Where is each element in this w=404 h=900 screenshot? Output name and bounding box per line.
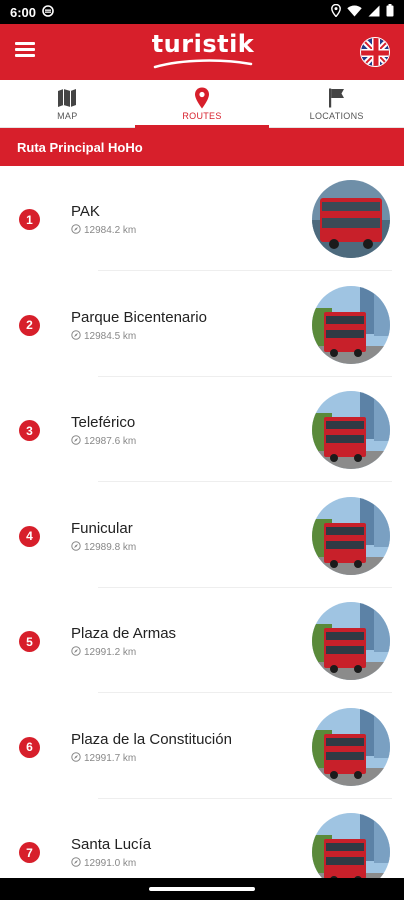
compass-icon — [71, 435, 81, 448]
system-nav-bar — [0, 878, 404, 900]
home-gesture-handle[interactable] — [149, 887, 255, 891]
stop-distance: 12989.8 km — [71, 540, 137, 554]
stop-number-badge: 3 — [19, 420, 40, 441]
list-item[interactable]: 2 Parque Bicentenario 12984.5 km — [0, 272, 404, 377]
battery-icon — [386, 4, 394, 20]
map-icon — [56, 87, 78, 109]
turistik-logo: turistik — [145, 30, 261, 74]
stop-name: Parque Bicentenario — [71, 308, 207, 326]
menu-icon[interactable] — [15, 42, 35, 58]
stop-thumbnail[interactable] — [312, 285, 390, 364]
stop-thumbnail[interactable] — [312, 391, 390, 469]
stop-thumbnail[interactable] — [312, 496, 390, 575]
stop-number-badge: 2 — [19, 314, 40, 336]
stop-distance: 12984.5 km — [71, 329, 137, 343]
compass-icon — [71, 329, 81, 343]
app-bar: turistik — [0, 24, 404, 80]
compass-icon — [71, 540, 81, 554]
status-time: 6:00 — [10, 4, 37, 20]
status-bar: 6:00 — [0, 0, 404, 24]
tab-bar: MAP ROUTES LOCATIONS — [0, 80, 404, 128]
tab-map[interactable]: MAP — [0, 80, 135, 127]
stop-name: Plaza de la Constitución — [71, 730, 232, 748]
stop-number-badge: 1 — [19, 209, 40, 230]
stop-thumbnail[interactable] — [312, 602, 390, 680]
stop-number-badge: 6 — [19, 736, 40, 758]
stop-thumbnail[interactable] — [312, 813, 390, 878]
stop-distance-value: 12987.6 km — [84, 436, 137, 447]
compass-icon — [71, 224, 81, 237]
wifi-icon — [347, 5, 362, 20]
signal-icon — [368, 5, 380, 20]
compass-icon — [71, 751, 81, 765]
stops-list[interactable]: 1 PAK 12984.2 km 2 Parque Bicentenario 12984.… — [0, 166, 404, 878]
route-header: Ruta Principal HoHo — [0, 128, 404, 166]
stop-distance-value: 12991.0 km — [84, 858, 137, 869]
location-pin-icon — [191, 87, 213, 109]
compass-icon — [71, 857, 81, 870]
list-item[interactable]: 6 Plaza de la Constitución 12991.7 km — [0, 694, 404, 799]
stop-distance: 12991.2 km — [71, 646, 136, 659]
stop-distance: 12991.7 km — [71, 751, 137, 765]
list-item[interactable]: 1 PAK 12984.2 km — [0, 166, 404, 271]
gps-icon — [331, 3, 341, 20]
stop-name: PAK — [71, 203, 100, 220]
stop-distance-value: 12984.5 km — [84, 330, 137, 342]
stop-distance: 12984.2 km — [71, 224, 136, 237]
tab-locations-label: LOCATIONS — [309, 110, 364, 121]
tab-locations[interactable]: LOCATIONS — [269, 80, 404, 127]
logo-text: turistik — [151, 30, 255, 58]
sync-icon — [42, 4, 54, 20]
tab-routes[interactable]: ROUTES — [134, 80, 270, 128]
stop-thumbnail[interactable] — [312, 707, 390, 786]
stop-number-badge: 7 — [19, 842, 40, 863]
stop-number-badge: 5 — [19, 631, 40, 652]
stop-name: Santa Lucía — [71, 836, 152, 853]
list-item[interactable]: 5 Plaza de Armas 12991.2 km — [0, 588, 404, 693]
tab-map-label: MAP — [57, 110, 78, 121]
uk-flag-icon[interactable] — [360, 37, 390, 67]
list-item[interactable]: 3 Teleférico 12987.6 km — [0, 377, 404, 482]
list-item[interactable]: 4 Funicular 12989.8 km — [0, 483, 404, 588]
stop-thumbnail[interactable] — [312, 180, 390, 258]
list-item[interactable]: 7 Santa Lucía 12991.0 km — [0, 799, 404, 878]
stop-name: Teleférico — [71, 414, 136, 431]
route-title: Ruta Principal HoHo — [17, 139, 143, 155]
stop-name: Funicular — [71, 519, 133, 537]
flag-icon — [326, 87, 348, 109]
stop-distance-value: 12984.2 km — [84, 225, 137, 236]
stop-distance-value: 12991.7 km — [84, 752, 137, 764]
stop-distance: 12991.0 km — [71, 857, 136, 870]
stop-name: Plaza de Armas — [71, 625, 177, 642]
stop-distance-value: 12991.2 km — [84, 647, 137, 658]
tab-routes-label: ROUTES — [182, 110, 222, 121]
stop-number-badge: 4 — [19, 525, 40, 547]
stop-distance-value: 12989.8 km — [84, 541, 137, 553]
stop-distance: 12987.6 km — [71, 435, 136, 448]
compass-icon — [71, 646, 81, 659]
